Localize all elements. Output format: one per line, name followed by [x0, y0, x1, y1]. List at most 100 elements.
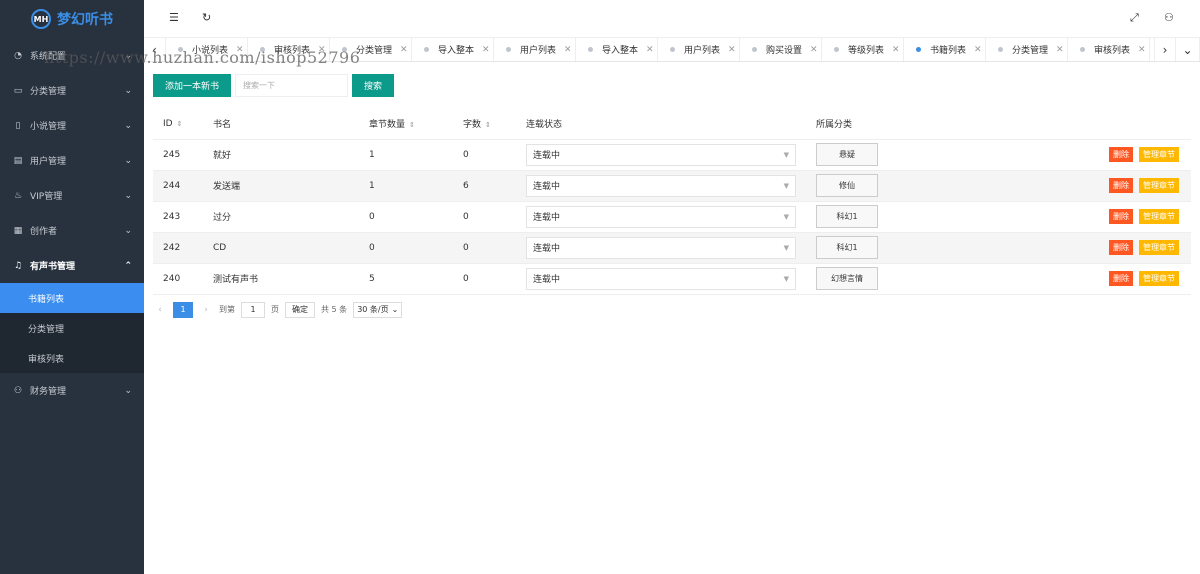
col-status-header: 连载状态: [516, 109, 806, 140]
search-input[interactable]: 搜索一下: [235, 74, 349, 97]
sidebar-item-category[interactable]: ▭ 分类管理 ⌄: [0, 73, 144, 108]
sidebar-item-novel[interactable]: ▯ 小说管理 ⌄: [0, 108, 144, 143]
category-button[interactable]: 修仙: [816, 174, 878, 197]
status-value: 连载中: [533, 151, 561, 161]
tab-label: 书籍列表: [930, 46, 967, 56]
header-label: ID: [163, 118, 173, 129]
col-chapters-header[interactable]: 章节数量 ⇕: [359, 109, 453, 140]
fire-icon: ♨: [13, 190, 23, 201]
cell-category: 幻想言情: [806, 263, 1066, 295]
tab-review-list-2[interactable]: 审核列表 ✕: [1068, 38, 1150, 61]
sort-icon[interactable]: ⇕: [409, 121, 415, 129]
cell-category: 修仙: [806, 170, 1066, 202]
close-icon[interactable]: ✕: [1056, 45, 1064, 55]
cell-status: 连载中 ▼: [516, 139, 806, 171]
tab-level-list[interactable]: 等级列表 ✕: [822, 38, 904, 61]
close-icon[interactable]: ✕: [646, 45, 654, 55]
manage-chapters-button[interactable]: 管理章节: [1139, 147, 1179, 162]
fullscreen-icon[interactable]: ⤢: [1130, 11, 1139, 25]
sidebar-subitem-book-list[interactable]: 书籍列表: [0, 283, 144, 313]
sort-icon[interactable]: ⇕: [177, 120, 183, 128]
col-words-header[interactable]: 字数 ⇕: [453, 109, 516, 140]
delete-button[interactable]: 删除: [1109, 178, 1133, 193]
manage-chapters-button[interactable]: 管理章节: [1139, 178, 1179, 193]
close-icon[interactable]: ✕: [400, 45, 408, 55]
sort-icon[interactable]: ⇕: [485, 121, 491, 129]
tab-import[interactable]: 导入整本 ✕: [412, 38, 494, 61]
manage-chapters-button[interactable]: 管理章节: [1139, 209, 1179, 224]
cell-name: 过分: [203, 201, 359, 233]
table-header-row: ID ⇕ 书名 章节数量 ⇕ 字数 ⇕ 连载状态 所属分类: [153, 109, 1191, 140]
tab-book-list[interactable]: 书籍列表 ✕: [904, 38, 986, 61]
add-book-button[interactable]: 添加一本新书: [153, 74, 232, 97]
tab-user-list-2[interactable]: 用户列表 ✕: [658, 38, 740, 61]
tab-label: 用户列表: [520, 46, 557, 56]
close-icon[interactable]: ✕: [482, 45, 490, 55]
cell-id: 245: [153, 139, 203, 171]
close-icon[interactable]: ✕: [1138, 45, 1146, 55]
current-page[interactable]: 1: [173, 301, 193, 318]
status-select[interactable]: 连载中 ▼: [526, 267, 796, 290]
logo[interactable]: MH 梦幻听书: [0, 0, 144, 38]
col-name-header: 书名: [203, 109, 359, 140]
person-icon: ⚇: [13, 385, 23, 396]
user-icon[interactable]: ⚇: [1164, 11, 1174, 24]
delete-button[interactable]: 删除: [1109, 209, 1133, 224]
category-button[interactable]: 科幻1: [816, 205, 878, 228]
menu-toggle-icon[interactable]: ☰: [169, 11, 179, 24]
sidebar-item-finance[interactable]: ⚇ 财务管理 ⌄: [0, 373, 144, 408]
category-button[interactable]: 幻想言情: [816, 267, 878, 290]
delete-button[interactable]: 删除: [1109, 147, 1133, 162]
close-icon[interactable]: ✕: [728, 45, 736, 55]
bell-icon: ♫: [13, 260, 23, 271]
next-page-icon[interactable]: ›: [199, 305, 213, 315]
sidebar-item-users[interactable]: ▤ 用户管理 ⌄: [0, 143, 144, 178]
close-icon[interactable]: ✕: [810, 45, 818, 55]
sidebar-item-label: VIP管理: [30, 192, 63, 202]
tab-purchase-settings[interactable]: 购买设置 ✕: [740, 38, 822, 61]
status-select[interactable]: 连载中 ▼: [526, 205, 796, 228]
tabs-dropdown-icon[interactable]: ⌄: [1176, 38, 1200, 61]
close-icon[interactable]: ✕: [974, 45, 982, 55]
close-icon[interactable]: ✕: [892, 45, 900, 55]
delete-button[interactable]: 删除: [1109, 240, 1133, 255]
tab-category-2[interactable]: 分类管理 ✕: [986, 38, 1068, 61]
status-select[interactable]: 连载中 ▼: [526, 143, 796, 166]
close-icon[interactable]: ✕: [564, 45, 572, 55]
search-button[interactable]: 搜索: [352, 74, 395, 97]
category-button[interactable]: 科幻1: [816, 236, 878, 259]
cell-status: 连载中 ▼: [516, 201, 806, 233]
delete-button[interactable]: 删除: [1109, 271, 1133, 286]
cell-chapters: 0: [359, 201, 453, 233]
tab-import-2[interactable]: 导入整本 ✕: [576, 38, 658, 61]
status-value: 连载中: [533, 275, 561, 285]
sidebar-item-creator[interactable]: ▦ 创作者 ⌄: [0, 213, 144, 248]
cell-actions: 删除 管理章节: [1066, 201, 1191, 233]
category-button[interactable]: 悬疑: [816, 143, 878, 166]
cell-chapters: 1: [359, 170, 453, 202]
prev-page-icon[interactable]: ‹: [153, 305, 167, 315]
page-size-value: 30 条/页: [357, 305, 389, 314]
user-card-icon: ▤: [13, 155, 23, 166]
logo-badge: MH: [31, 9, 51, 29]
tabs-scroll-right-icon[interactable]: ›: [1154, 38, 1176, 61]
refresh-icon[interactable]: ↻: [202, 11, 211, 24]
sidebar-item-audiobook[interactable]: ♫ 有声书管理 ⌃: [0, 248, 144, 283]
cell-name: 测试有声书: [203, 263, 359, 295]
caret-down-icon: ▼: [783, 150, 789, 159]
table-row: 245 就好 1 0 连载中 ▼ 悬疑 删除 管理章节: [153, 139, 1191, 171]
sidebar-item-vip[interactable]: ♨ VIP管理 ⌄: [0, 178, 144, 213]
sidebar-subitem-category[interactable]: 分类管理: [0, 313, 144, 343]
table-row: 243 过分 0 0 连载中 ▼ 科幻1 删除 管理章节: [153, 201, 1191, 233]
tab-user-list[interactable]: 用户列表 ✕: [494, 38, 576, 61]
cell-actions: 删除 管理章节: [1066, 263, 1191, 295]
manage-chapters-button[interactable]: 管理章节: [1139, 271, 1179, 286]
page-size-select[interactable]: 30 条/页 ⌄: [353, 301, 403, 318]
sidebar-subitem-review[interactable]: 审核列表: [0, 343, 144, 373]
status-select[interactable]: 连载中 ▼: [526, 174, 796, 197]
manage-chapters-button[interactable]: 管理章节: [1139, 240, 1179, 255]
status-select[interactable]: 连载中 ▼: [526, 236, 796, 259]
goto-confirm-button[interactable]: 确定: [285, 301, 315, 318]
goto-page-input[interactable]: 1: [241, 301, 265, 318]
col-id-header[interactable]: ID ⇕: [153, 109, 203, 140]
